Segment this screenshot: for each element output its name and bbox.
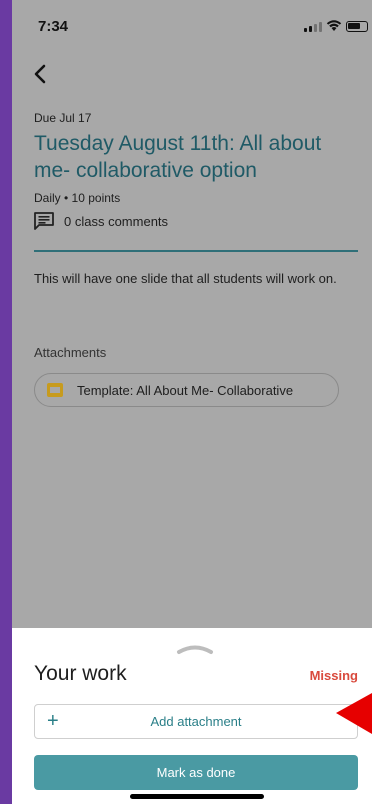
attachment-label: Template: All About Me- Collaborative [77,382,294,398]
attachment-chip[interactable]: Template: All About Me- Collaborative [34,373,339,407]
due-date: Due Jul 17 [34,111,92,125]
assignment-meta: Daily • 10 points [34,191,121,205]
assignment-title: Tuesday August 11th: All about me- colla… [34,132,322,182]
wifi-icon [326,20,342,31]
comment-icon [34,212,54,230]
your-work-title: Your work [34,662,127,685]
divider [34,250,358,252]
slides-icon [47,383,63,397]
status-time: 7:34 [38,18,69,35]
expand-handle-icon[interactable] [176,643,214,655]
back-icon[interactable] [30,62,52,86]
add-attachment-button[interactable]: + Add attachment [34,704,358,739]
class-comments-link[interactable]: 0 class comments [34,212,168,230]
home-indicator [130,794,264,799]
battery-icon [346,21,368,32]
status-bar: 7:34 [12,0,372,46]
attachments-heading: Attachments [34,345,107,360]
mark-as-done-label: Mark as done [156,765,236,780]
add-attachment-label: Add attachment [150,714,242,729]
assignment-screen: 7:34 Due Jul 17 Tuesday August 11th: All… [12,0,372,804]
signal-icon [304,21,322,32]
assignment-description: This will have one slide that all studen… [34,271,337,286]
comments-label: 0 class comments [64,213,169,229]
your-work-sheet: Your work Missing + Add attachment Mark … [12,628,372,804]
mark-as-done-button[interactable]: Mark as done [34,755,358,790]
red-arrow-icon [336,693,372,734]
